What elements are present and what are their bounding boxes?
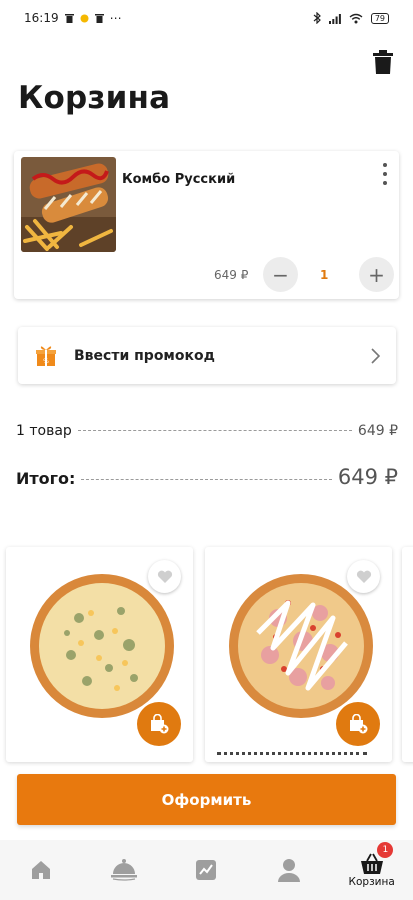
add-to-cart-button[interactable] <box>336 702 380 746</box>
trash-notification-icon <box>64 13 74 23</box>
add-cart-icon <box>350 714 368 734</box>
cloche-icon <box>110 859 137 881</box>
gift-icon: % <box>36 345 56 366</box>
nav-cart[interactable]: Корзина 1 <box>330 840 413 900</box>
recommended-product-card[interactable] <box>205 547 392 762</box>
bottom-navigation: Корзина 1 <box>0 840 413 900</box>
add-cart-icon <box>151 714 169 734</box>
product-name-truncated <box>217 752 367 758</box>
cart-count-badge: 1 <box>377 842 394 858</box>
bluetooth-icon <box>313 12 321 24</box>
pizza-image <box>229 574 373 718</box>
cart-item-card: Комбо Русский 649 ₽ − 1 + <box>14 151 399 299</box>
dotted-leader <box>77 430 352 431</box>
page-title: Корзина <box>18 80 171 116</box>
status-bar: 16:19 ⋯ 79 <box>0 0 413 36</box>
product-image <box>21 157 116 252</box>
checkout-button[interactable]: Оформить <box>17 774 396 825</box>
clear-cart-button[interactable] <box>369 48 397 76</box>
wifi-icon <box>349 13 363 24</box>
nav-cart-label: Корзина <box>348 875 395 888</box>
nav-profile[interactable] <box>248 840 331 900</box>
profile-icon <box>278 859 301 882</box>
items-subtotal: 649 ₽ <box>357 423 398 439</box>
total-row: Итого: 649 ₽ <box>16 465 398 489</box>
promo-code-label: Ввести промокод <box>74 347 215 364</box>
decrease-quantity-button[interactable]: − <box>263 257 298 292</box>
battery-icon: 79 <box>370 12 389 24</box>
pizza-image <box>30 574 174 718</box>
more-notifications-icon: ⋯ <box>109 11 122 25</box>
quantity-value: 1 <box>320 268 329 282</box>
recommended-product-card[interactable] <box>402 547 413 762</box>
more-vertical-icon <box>383 163 387 167</box>
app-notification-icon <box>80 14 89 23</box>
trash-icon <box>373 50 393 74</box>
chevron-right-icon <box>371 347 380 364</box>
promo-code-button[interactable]: % Ввести промокод <box>18 327 396 384</box>
items-count-row: 1 товар 649 ₽ <box>16 423 398 439</box>
nav-stats[interactable] <box>165 840 248 900</box>
item-options-button[interactable] <box>377 163 393 185</box>
trash-notification-icon <box>94 13 104 23</box>
home-icon <box>32 861 51 879</box>
recommended-product-card[interactable] <box>6 547 193 762</box>
items-count-label: 1 товар <box>16 423 72 439</box>
total-label: Итого: <box>16 469 76 488</box>
total-value: 649 ₽ <box>337 465 398 489</box>
product-price: 649 ₽ <box>214 268 249 282</box>
nav-home[interactable] <box>0 840 83 900</box>
svg-text:%: % <box>43 358 49 365</box>
dotted-leader <box>81 479 332 480</box>
nav-menu[interactable] <box>83 840 166 900</box>
add-to-cart-button[interactable] <box>137 702 181 746</box>
status-time: 16:19 <box>24 11 59 25</box>
chart-icon <box>196 860 217 880</box>
increase-quantity-button[interactable]: + <box>359 257 394 292</box>
product-name: Комбо Русский <box>122 172 236 187</box>
signal-icon <box>328 13 341 24</box>
